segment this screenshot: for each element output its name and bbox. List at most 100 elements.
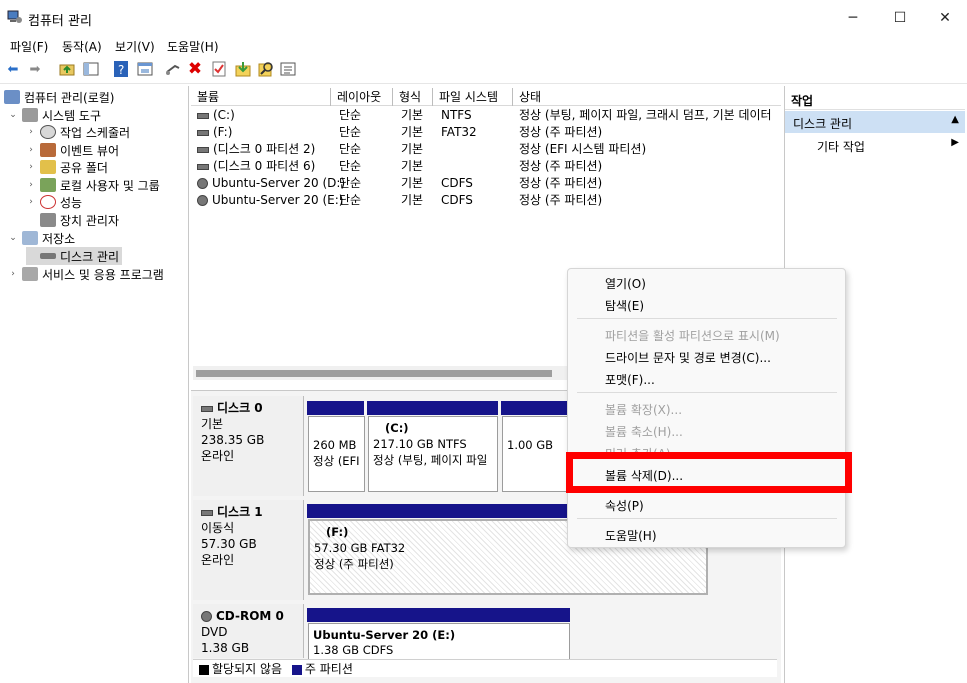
column-layout[interactable]: 레이아웃 xyxy=(331,88,393,106)
tree-item-services-apps[interactable]: › 서비스 및 응용 프로그램 xyxy=(8,265,164,283)
tools-icon xyxy=(22,108,38,122)
cell-status: 정상 (주 파티션) xyxy=(519,176,603,190)
menu-action[interactable]: 동작(A) xyxy=(62,38,102,55)
menu-help[interactable]: 도움말(H) xyxy=(167,38,219,55)
minimize-button[interactable]: ─ xyxy=(830,0,876,36)
menu-file[interactable]: 파일(F) xyxy=(10,38,48,55)
show-tree-icon[interactable] xyxy=(82,60,100,78)
tree-item-shared-folders[interactable]: › 공유 폴더 xyxy=(26,158,108,176)
tree-item-disk-management[interactable]: 디스크 관리 xyxy=(26,247,123,265)
maximize-button[interactable]: ☐ xyxy=(877,0,923,36)
table-row[interactable]: (C:) 단순 기본 NTFS 정상 (부팅, 페이지 파일, 크래시 덤프, … xyxy=(191,107,781,124)
computer-management-icon xyxy=(7,9,23,25)
legend-primary: 주 파티션 xyxy=(304,662,353,676)
actions-more-label: 기타 작업 xyxy=(817,140,865,154)
tree-item-system-tools[interactable]: ⌄ 시스템 도구 xyxy=(8,106,101,124)
forward-icon[interactable]: ➡ xyxy=(26,60,44,78)
view-icon[interactable] xyxy=(279,60,297,78)
partition-bar xyxy=(367,401,498,415)
primary-swatch xyxy=(291,664,302,675)
cell-type: 기본 xyxy=(401,159,424,173)
drive-icon xyxy=(197,112,209,119)
column-status[interactable]: 상태 xyxy=(513,88,781,106)
clock-icon xyxy=(40,125,56,139)
properties-icon[interactable] xyxy=(136,60,154,78)
chevron-right-icon[interactable]: › xyxy=(26,197,36,207)
import-icon[interactable] xyxy=(234,60,252,78)
table-row[interactable]: (디스크 0 파티션 2) 단순 기본 정상 (EFI 시스템 파티션) xyxy=(191,141,781,158)
column-filesystem[interactable]: 파일 시스템 xyxy=(433,88,513,106)
tree-item-local-users[interactable]: › 로컬 사용자 및 그룹 xyxy=(26,176,160,194)
menu-item-open[interactable]: 열기(O) xyxy=(605,275,646,292)
partition-size: 260 MB xyxy=(313,438,357,452)
collapse-up-icon[interactable]: ▲ xyxy=(951,114,959,125)
connect-icon[interactable] xyxy=(164,60,182,78)
highlight-box xyxy=(566,452,852,493)
partition-status: 정상 (부팅, 페이지 파일 xyxy=(373,453,488,467)
partition-efi[interactable]: 260 MB 정상 (EFI xyxy=(308,416,365,492)
partition-e[interactable]: Ubuntu-Server 20 (E:) 1.38 GB CDFS xyxy=(308,623,570,659)
actions-disk-management[interactable]: 디스크 관리 ▲ xyxy=(785,111,965,133)
cd-drive-icon xyxy=(201,611,212,622)
tree-item-performance[interactable]: › 성능 xyxy=(26,193,82,211)
tree-item-computer-management[interactable]: 컴퓨터 관리(로컬) xyxy=(4,88,114,106)
actions-more[interactable]: 기타 작업 ▶ xyxy=(785,135,965,155)
cdrom-0-info[interactable]: CD-ROM 0 DVD 1.38 GB xyxy=(193,604,304,658)
chevron-right-icon[interactable]: › xyxy=(26,145,36,155)
table-row[interactable]: (디스크 0 파티션 6) 단순 기본 정상 (주 파티션) xyxy=(191,158,781,175)
up-folder-icon[interactable] xyxy=(58,60,76,78)
menu-bar: 파일(F) 동작(A) 보기(V) 도움말(H) xyxy=(0,36,967,56)
menu-item-explore[interactable]: 탐색(E) xyxy=(605,297,644,314)
table-row[interactable]: (F:) 단순 기본 FAT32 정상 (주 파티션) xyxy=(191,124,781,141)
chevron-down-icon[interactable]: ⌄ xyxy=(8,233,18,243)
column-volume[interactable]: 볼륨 xyxy=(191,88,331,106)
help-icon[interactable]: ? xyxy=(112,60,130,78)
users-icon xyxy=(40,178,56,192)
tree-item-device-manager[interactable]: 장치 관리자 xyxy=(26,211,119,229)
tree-label: 시스템 도구 xyxy=(42,108,102,123)
disk-kind: 이동식 xyxy=(201,521,235,535)
cell-status: 정상 (주 파티션) xyxy=(519,159,603,173)
disk-0-info[interactable]: 디스크 0 기본 238.35 GB 온라인 xyxy=(193,396,304,496)
chevron-right-icon[interactable]: › xyxy=(26,127,36,137)
partition-1gb[interactable]: 1.00 GB xyxy=(502,416,568,492)
menu-item-properties[interactable]: 속성(P) xyxy=(605,497,644,514)
tree-label: 성능 xyxy=(60,195,83,210)
column-type[interactable]: 형식 xyxy=(393,88,433,106)
tree-item-storage[interactable]: ⌄ 저장소 xyxy=(8,229,75,247)
scrollbar-thumb[interactable] xyxy=(196,370,552,377)
submenu-arrow-icon: ▶ xyxy=(951,137,959,148)
tree-label: 장치 관리자 xyxy=(60,213,120,228)
back-icon[interactable]: ⬅ xyxy=(4,60,22,78)
menu-item-help[interactable]: 도움말(H) xyxy=(605,527,657,544)
shared-folder-icon xyxy=(40,160,56,174)
chevron-down-icon[interactable]: ⌄ xyxy=(8,110,18,120)
chevron-right-icon[interactable]: › xyxy=(8,269,18,279)
chevron-right-icon[interactable]: › xyxy=(26,162,36,172)
cell-status: 정상 (주 파티션) xyxy=(519,193,603,207)
disk-1-info[interactable]: 디스크 1 이동식 57.30 GB 온라인 xyxy=(193,500,304,600)
close-button[interactable]: ✕ xyxy=(922,0,967,36)
check-icon[interactable] xyxy=(210,60,228,78)
cell-layout: 단순 xyxy=(339,159,362,173)
table-row[interactable]: Ubuntu-Server 20 (D:) 단순 기본 CDFS 정상 (주 파… xyxy=(191,175,781,192)
menu-separator xyxy=(577,392,837,393)
partition-status: 정상 (주 파티션) xyxy=(314,557,394,571)
table-row[interactable]: Ubuntu-Server 20 (E:) 단순 기본 CDFS 정상 (주 파… xyxy=(191,192,781,209)
menu-item-change-drive-letter[interactable]: 드라이브 문자 및 경로 변경(C)... xyxy=(605,349,771,366)
cell-layout: 단순 xyxy=(339,176,362,190)
cell-status: 정상 (EFI 시스템 파티션) xyxy=(519,142,647,156)
partition-title: Ubuntu-Server 20 (E:) xyxy=(313,628,456,642)
search-icon[interactable] xyxy=(257,60,275,78)
cell-fs: NTFS xyxy=(441,108,472,122)
menu-view[interactable]: 보기(V) xyxy=(115,38,155,55)
tree-item-event-viewer[interactable]: › 이벤트 뷰어 xyxy=(26,141,119,159)
menu-item-format[interactable]: 포맷(F)... xyxy=(605,371,655,388)
svg-text:?: ? xyxy=(118,63,124,77)
cell-type: 기본 xyxy=(401,108,424,122)
chevron-right-icon[interactable]: › xyxy=(26,180,36,190)
delete-icon[interactable]: ✖ xyxy=(186,59,204,79)
partition-c[interactable]: (C:) 217.10 GB NTFS 정상 (부팅, 페이지 파일 xyxy=(368,416,498,492)
tree-item-task-scheduler[interactable]: › 작업 스케줄러 xyxy=(26,123,130,141)
partition-bar xyxy=(307,608,570,622)
